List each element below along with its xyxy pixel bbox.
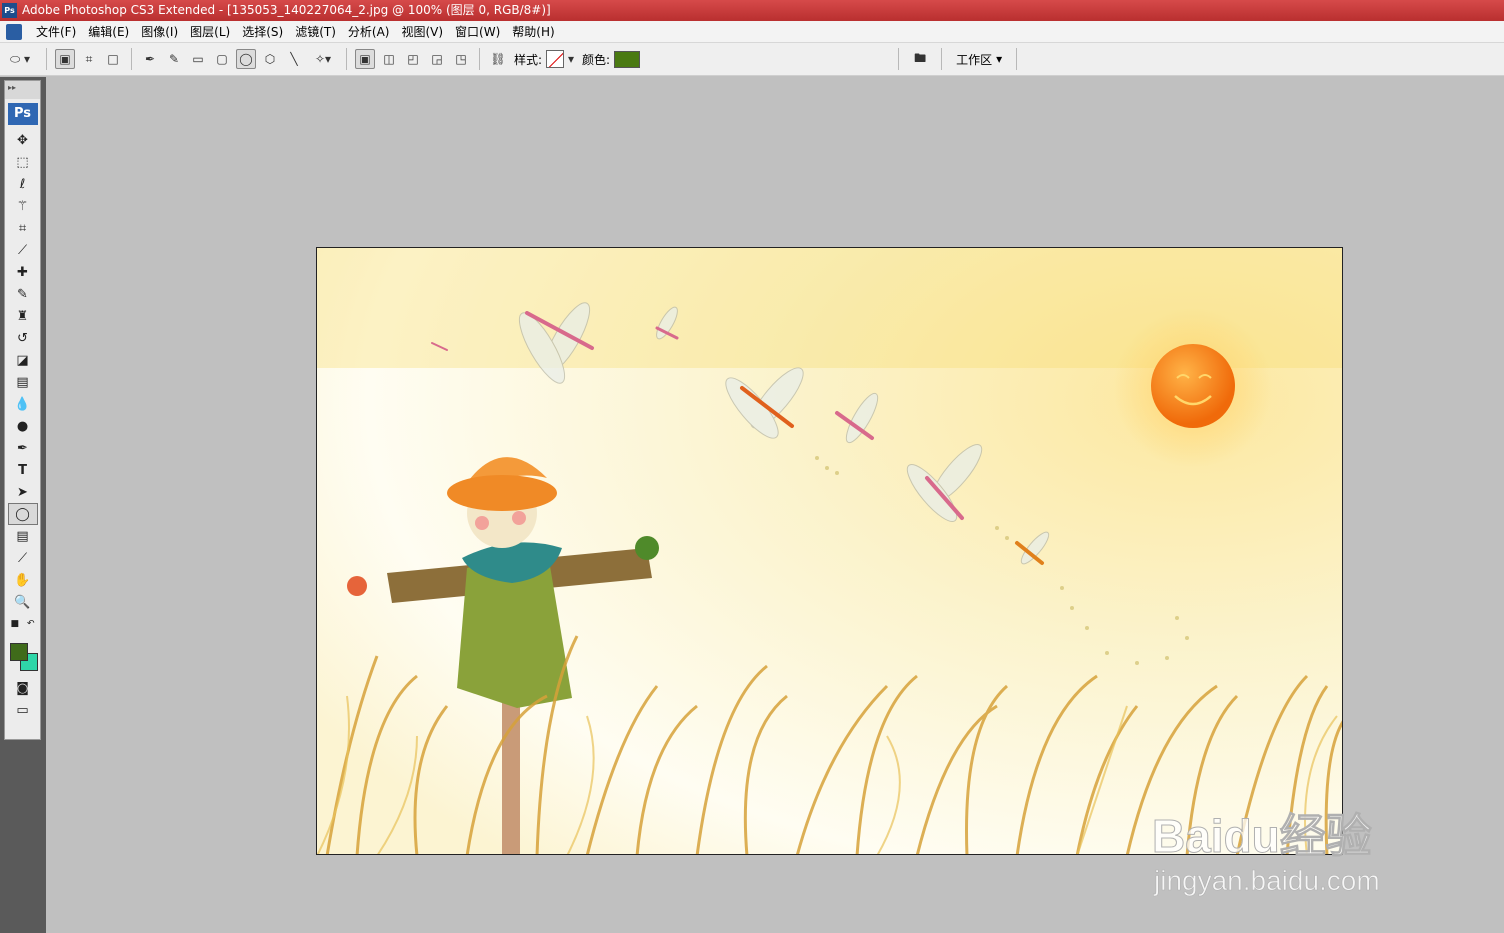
menu-layer[interactable]: 图层(L) [184, 23, 236, 40]
exclude-shape-icon[interactable]: ◳ [451, 49, 471, 69]
divider [1016, 48, 1018, 70]
menu-filter[interactable]: 滤镜(T) [289, 23, 342, 40]
move-tool-icon[interactable]: ✥ [8, 129, 38, 151]
menu-select[interactable]: 选择(S) [236, 23, 289, 40]
history-brush-tool-icon[interactable]: ↺ [8, 327, 38, 349]
subtract-shape-icon[interactable]: ◰ [403, 49, 423, 69]
path-selection-tool-icon[interactable]: ➤ [8, 481, 38, 503]
slice-tool-icon[interactable]: ⟋ [8, 239, 38, 261]
divider [479, 48, 480, 70]
magic-wand-tool-icon[interactable]: ⚚ [8, 195, 38, 217]
brush-tool-icon[interactable]: ✎ [8, 283, 38, 305]
tool-preset-picker[interactable]: ⬭ ▾ [2, 49, 38, 69]
screen-mode-icon[interactable]: ▭ [8, 699, 38, 721]
eyedropper-tool-icon[interactable]: ⟋ [8, 547, 38, 569]
ellipse-tool-icon[interactable]: ◯ [7, 503, 38, 525]
link-icon[interactable]: ⛓ [488, 49, 508, 69]
window-title: Adobe Photoshop CS3 Extended - [135053_1… [22, 3, 551, 17]
sun [1151, 344, 1235, 428]
color-picker [8, 641, 38, 671]
options-bar: ⬭ ▾ ▣ ⌗ □ ✒ ✎ ▭ ▢ ◯ ⬡ ╲ ✧▾ ▣ ◫ ◰ ◲ ◳ ⛓ 样… [0, 43, 1504, 76]
color-label: 颜色: [582, 52, 611, 67]
blur-tool-icon[interactable]: 💧 [8, 393, 38, 415]
foreground-color-swatch[interactable] [9, 643, 28, 661]
swap-colors-icon[interactable]: ■ ↶ [8, 613, 38, 635]
menu-image[interactable]: 图像(I) [135, 23, 184, 40]
menu-edit[interactable]: 编辑(E) [82, 23, 135, 40]
style-label: 样式: [514, 52, 543, 67]
workspace-menu[interactable]: 工作区 ▾ [956, 51, 1002, 68]
rounded-rectangle-tool-icon[interactable]: ▢ [212, 49, 232, 69]
marquee-tool-icon[interactable]: ⬚ [8, 151, 38, 173]
chevron-down-icon[interactable]: ▾ [566, 49, 576, 69]
lasso-tool-icon[interactable]: ℓ [8, 173, 38, 195]
menu-view[interactable]: 视图(V) [395, 23, 449, 40]
crop-tool-icon[interactable]: ⌗ [8, 217, 38, 239]
pen-tool-icon[interactable]: ✒ [140, 49, 160, 69]
clone-stamp-tool-icon[interactable]: ♜ [8, 305, 38, 327]
title-bar: Ps Adobe Photoshop CS3 Extended - [13505… [0, 0, 1504, 21]
document-icon[interactable] [6, 23, 22, 40]
notes-tool-icon[interactable]: ▤ [8, 525, 38, 547]
chevron-down-icon: ▾ [996, 52, 1003, 66]
quick-mask-icon[interactable]: ◙ [8, 677, 38, 699]
add-to-shape-icon[interactable]: ◫ [379, 49, 399, 69]
style-picker[interactable] [546, 50, 565, 68]
paths-mode-icon[interactable]: ⌗ [79, 49, 99, 69]
ellipse-tool-icon[interactable]: ◯ [236, 49, 256, 69]
intersect-shape-icon[interactable]: ◲ [427, 49, 447, 69]
custom-shape-tool-icon[interactable]: ✧▾ [308, 49, 338, 69]
photoshop-app-icon: Ps [2, 3, 17, 18]
eraser-tool-icon[interactable]: ◪ [8, 349, 38, 371]
bridge-icon[interactable]: 🖿 [907, 49, 933, 69]
ps-badge[interactable]: Ps [7, 103, 38, 125]
menu-window[interactable]: 窗口(W) [449, 23, 506, 40]
workspace-label: 工作区 [956, 52, 993, 67]
menu-file[interactable]: 文件(F) [30, 23, 82, 40]
divider [131, 48, 132, 70]
pen-tool-icon[interactable]: ✒ [8, 437, 38, 459]
menu-bar: 文件(F) 编辑(E) 图像(I) 图层(L) 选择(S) 滤镜(T) 分析(A… [0, 21, 1504, 43]
line-tool-icon[interactable]: ╲ [284, 49, 304, 69]
hand-tool-icon[interactable]: ✋ [8, 569, 38, 591]
fill-pixels-mode-icon[interactable]: □ [103, 49, 123, 69]
shape-layers-mode-icon[interactable]: ▣ [55, 49, 75, 69]
zoom-tool-icon[interactable]: 🔍 [8, 591, 38, 613]
polygon-tool-icon[interactable]: ⬡ [260, 49, 280, 69]
rectangle-tool-icon[interactable]: ▭ [188, 49, 208, 69]
menu-help[interactable]: 帮助(H) [506, 23, 560, 40]
scarecrow-illustration [317, 248, 1342, 854]
divider [898, 48, 900, 70]
color-swatch[interactable] [614, 50, 641, 68]
divider [46, 48, 47, 70]
gradient-tool-icon[interactable]: ▤ [8, 371, 38, 393]
toolbox-grip-icon[interactable]: ▸▸ [5, 81, 40, 99]
dodge-tool-icon[interactable]: ● [8, 415, 38, 437]
healing-brush-tool-icon[interactable]: ✚ [8, 261, 38, 283]
divider [346, 48, 347, 70]
divider [941, 48, 943, 70]
new-shape-layer-icon[interactable]: ▣ [355, 49, 375, 69]
freeform-pen-icon[interactable]: ✎ [164, 49, 184, 69]
toolbox: ▸▸ Ps ✥ ⬚ ℓ ⚚ ⌗ ⟋ ✚ ✎ ♜ ↺ ◪ ▤ 💧 ● ✒ T ➤ … [4, 80, 41, 740]
menu-analysis[interactable]: 分析(A) [342, 23, 396, 40]
document-canvas[interactable] [316, 247, 1343, 855]
type-tool-icon[interactable]: T [8, 459, 38, 481]
